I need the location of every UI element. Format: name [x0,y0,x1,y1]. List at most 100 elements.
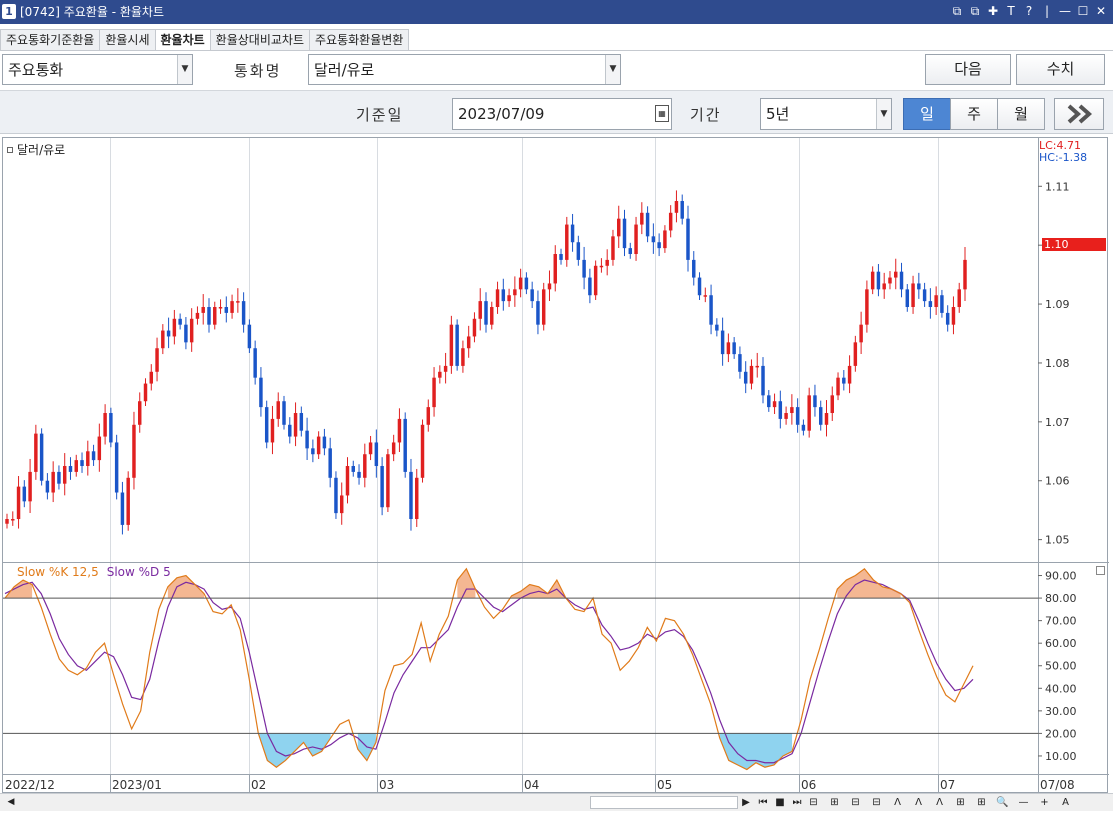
candle [899,262,904,298]
calendar-icon[interactable]: ▦ [655,105,669,122]
grid-icon[interactable]: ⊟ [806,796,821,809]
window-icon[interactable]: ⊞ [953,796,968,809]
candle-body [316,436,321,455]
candle-body [634,224,638,255]
price-chart-legend: 달러/유로 [7,141,65,158]
candle [945,305,950,332]
chevron-down-icon[interactable]: ▼ [605,55,620,84]
interval-week-button[interactable]: 주 [950,98,998,130]
window-number-badge: 1 [2,4,16,19]
candle-body [339,495,344,514]
candle-body [11,519,15,521]
candle-body [415,477,419,520]
candle-body [940,295,944,313]
tab-converter[interactable]: 주요통화환율변환 [309,29,410,50]
candle [86,440,90,476]
candle-body [426,407,431,425]
zoom-in-icon[interactable]: + [1037,796,1052,809]
stop-icon[interactable]: ■ [772,796,788,809]
link-icon[interactable]: ⧉ [951,3,963,19]
zoom-out-icon[interactable]: — [1016,796,1031,809]
font-icon[interactable]: T [1005,3,1017,19]
candle [645,206,650,243]
period-select[interactable]: 5년 ▼ [760,98,892,130]
box-icon[interactable]: ⊟ [869,796,884,809]
chevron-down-icon[interactable]: ▼ [177,55,192,84]
line-icon[interactable]: Λ [911,796,926,809]
close-icon[interactable]: ✕ [1095,3,1107,19]
scroll-thumb[interactable] [590,796,738,809]
candle-body [472,318,477,337]
pin-icon[interactable]: ✚ [987,3,999,19]
first-icon[interactable]: ⏮ [755,796,771,809]
candle [530,281,534,309]
candle-body [397,418,402,443]
scroll-left-icon[interactable]: ◀ [4,796,18,809]
play-icon[interactable]: ▶ [738,796,754,809]
candle [842,370,846,391]
interval-day-button[interactable]: 일 [903,98,951,130]
chart-scrollbar[interactable]: ◀ ▶ ⏮ ■ ⏭ ⊟ ⊞ ⊟ ⊟ Λ Λ Λ ⊞ ⊞ 🔍 — + A [0,793,1113,811]
line-icon[interactable]: Λ [932,796,947,809]
base-date-input[interactable]: 2023/07/09 ▦ [452,98,672,130]
forward-button[interactable] [1054,98,1104,130]
currency-name-select[interactable]: 달러/유로 ▼ [308,54,621,85]
search-icon[interactable]: 🔍 [995,796,1010,809]
candle-body [51,471,55,493]
legend-box-icon [7,146,13,153]
box-icon[interactable]: ⊟ [848,796,863,809]
grid-icon[interactable]: ⊞ [827,796,842,809]
candle [195,306,200,325]
chevron-down-icon[interactable]: ▼ [876,99,891,129]
candle-body [495,289,500,308]
next-button[interactable]: 다음 [925,54,1011,85]
maximize-icon[interactable]: ☐ [1077,3,1089,19]
tab-major-rates[interactable]: 주요통화기준환율 [0,29,101,50]
window-icon[interactable]: ⊞ [974,796,989,809]
candle [507,288,511,307]
candle [247,319,252,354]
candle [91,444,96,466]
tab-rate-quotes[interactable]: 환율시세 [99,29,156,50]
candle-body [507,295,511,302]
candle [449,315,454,374]
candle [692,251,696,286]
candle [582,246,586,290]
candle [559,248,563,265]
tab-rate-chart[interactable]: 환율차트 [154,29,211,51]
panel-box-icon[interactable] [1096,566,1105,575]
candle-body [749,365,754,384]
chart-panel[interactable]: 2022/12 2023/01 02 03 04 05 06 07 07/08 1.11 1.10 1… [2,137,1109,794]
line-icon[interactable]: Λ [890,796,905,809]
chart-axes: 2022/12 2023/01 02 03 04 05 06 07 07/08 1.11 1.10 1… [3,138,1109,794]
interval-month-button[interactable]: 월 [997,98,1045,130]
currency-group-select[interactable]: 주요통화 ▼ [2,54,193,85]
candle-body [842,377,846,384]
last-icon[interactable]: ⏭ [789,796,805,809]
candle-body [865,289,869,325]
candle [97,423,102,472]
copy-window-icon[interactable]: ⧉ [969,3,981,19]
candle [680,194,684,225]
candle-body [824,413,829,425]
candle [189,308,194,352]
candle [651,223,656,254]
candle-body [905,289,910,308]
value-button[interactable]: 수치 [1016,54,1105,85]
stoch-y-tick-label: 10.00 [1045,750,1077,763]
candle [743,361,748,394]
title-bar: 1 [0742] 주요환율 - 환율차트 ⧉ ⧉ ✚ T ? | — ☐ ✕ [0,0,1113,24]
candle-body [784,413,788,419]
text-icon[interactable]: A [1058,796,1073,809]
candle [622,209,627,257]
tab-relative-chart[interactable]: 환율상대비교차트 [209,29,310,50]
exchange-rate-chart[interactable]: 2022/12 2023/01 02 03 04 05 06 07 07/08 1.11 1.10 1… [3,138,1109,794]
candle [213,301,217,330]
candle [778,390,783,429]
help-icon[interactable]: ? [1023,3,1035,19]
candle-body [743,371,748,384]
candle-body [161,330,165,349]
candle [617,205,621,249]
minimize-icon[interactable]: — [1059,3,1071,19]
candle-body [178,318,182,325]
